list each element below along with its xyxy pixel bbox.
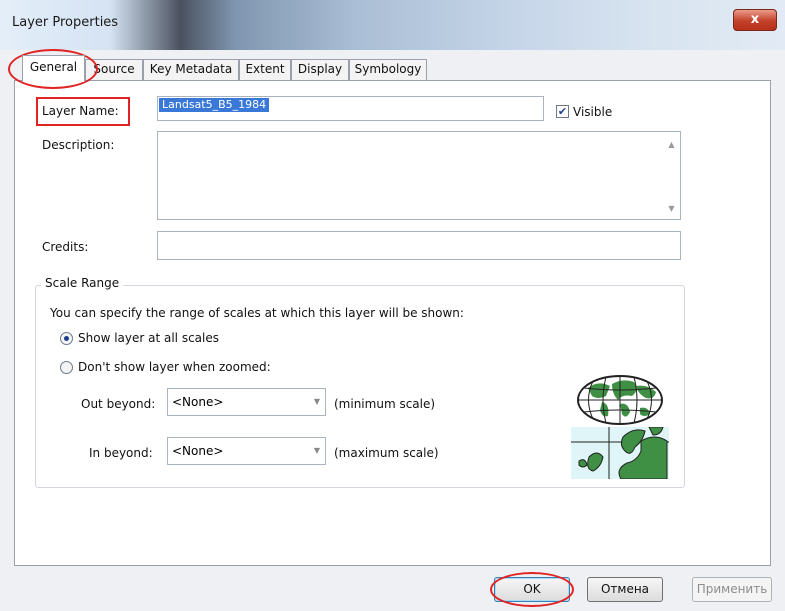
tab-display[interactable]: Display bbox=[291, 59, 349, 80]
tab-label: Display bbox=[297, 62, 343, 76]
apply-label: Применить bbox=[696, 582, 768, 596]
dropdown-arrow-icon: ▼ bbox=[313, 397, 320, 406]
layer-name-label: Layer Name: bbox=[42, 104, 119, 118]
scroll-up-icon[interactable]: ▲ bbox=[663, 136, 680, 153]
radio-hide-when-zoomed[interactable] bbox=[60, 361, 73, 374]
scale-range-info: You can specify the range of scales at w… bbox=[50, 306, 464, 320]
radio-selected-dot bbox=[64, 336, 69, 341]
in-beyond-label: In beyond: bbox=[89, 446, 153, 460]
radio-show-all-scales[interactable] bbox=[60, 332, 73, 345]
scale-range-title: Scale Range bbox=[41, 276, 124, 290]
close-button[interactable]: x bbox=[733, 9, 777, 31]
visible-label: Visible bbox=[573, 105, 613, 119]
tab-symbology[interactable]: Symbology bbox=[349, 59, 427, 80]
europe-map-icon bbox=[571, 427, 669, 479]
cancel-button[interactable]: Отмена bbox=[587, 577, 663, 602]
close-icon: x bbox=[750, 12, 760, 27]
tab-label: General bbox=[29, 60, 78, 74]
hide-when-zoomed-label: Don't show layer when zoomed: bbox=[78, 360, 271, 374]
out-beyond-dropdown[interactable]: <None> ▼ bbox=[167, 388, 326, 416]
description-field[interactable]: ▲ ▼ bbox=[157, 131, 681, 220]
in-beyond-dropdown[interactable]: <None> ▼ bbox=[167, 437, 326, 465]
in-beyond-hint: (maximum scale) bbox=[334, 446, 439, 460]
tab-label: Extent bbox=[245, 62, 285, 76]
visible-checkbox[interactable]: ✔ bbox=[556, 105, 569, 118]
tab-label: Key Metadata bbox=[149, 62, 233, 76]
scroll-down-icon[interactable]: ▼ bbox=[663, 200, 680, 217]
credits-label: Credits: bbox=[42, 240, 89, 254]
out-beyond-label: Out beyond: bbox=[81, 397, 156, 411]
tab-extent[interactable]: Extent bbox=[239, 59, 291, 80]
tab-label: Source bbox=[93, 62, 135, 76]
in-beyond-value: <None> bbox=[172, 444, 224, 458]
show-all-scales-label: Show layer at all scales bbox=[78, 331, 219, 345]
dropdown-arrow-icon: ▼ bbox=[313, 446, 320, 455]
tab-key-metadata[interactable]: Key Metadata bbox=[143, 59, 239, 80]
title-bar: Layer Properties x bbox=[0, 0, 785, 50]
layer-name-field[interactable]: Landsat5_B5_1984 bbox=[157, 96, 544, 121]
apply-button[interactable]: Применить bbox=[692, 577, 772, 602]
check-icon: ✔ bbox=[557, 105, 568, 118]
out-beyond-value: <None> bbox=[172, 395, 224, 409]
cancel-label: Отмена bbox=[600, 582, 650, 596]
tab-general[interactable]: General bbox=[22, 55, 85, 82]
tab-label: Symbology bbox=[354, 62, 422, 76]
globe-map-icon bbox=[577, 375, 663, 425]
credits-field[interactable] bbox=[157, 231, 681, 260]
out-beyond-hint: (minimum scale) bbox=[334, 397, 436, 411]
layer-name-value: Landsat5_B5_1984 bbox=[159, 98, 270, 112]
description-label: Description: bbox=[42, 138, 115, 152]
window-title: Layer Properties bbox=[12, 15, 119, 30]
highlight-ok-button bbox=[490, 572, 574, 607]
